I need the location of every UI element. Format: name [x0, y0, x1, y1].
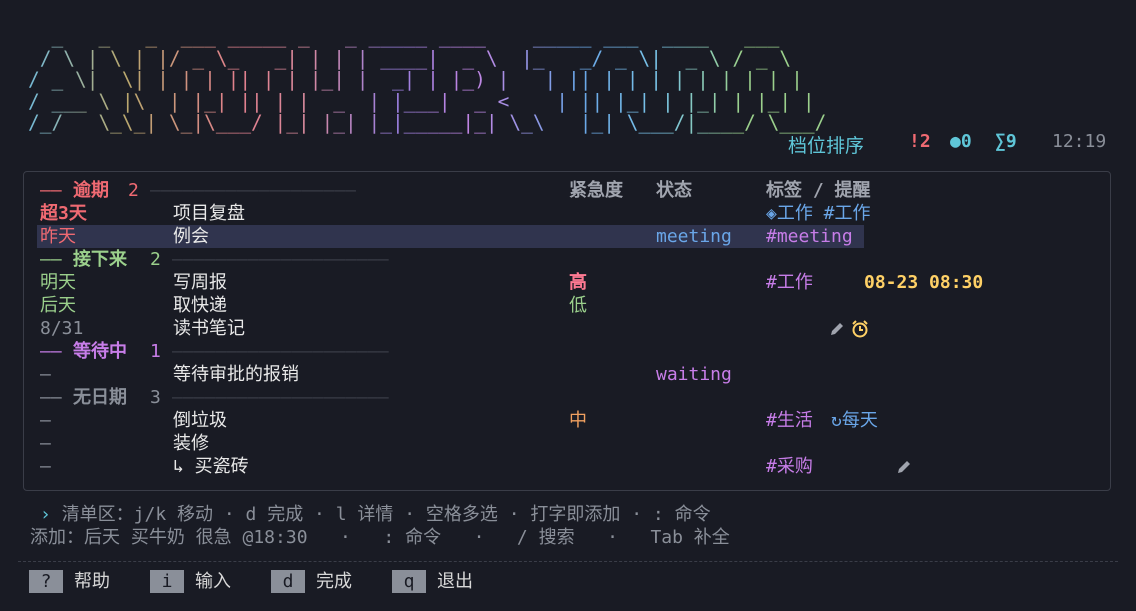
- task-row[interactable]: 超3天 项目复盘 ◈工作 #工作: [0, 202, 1136, 225]
- task-title: 读书笔记: [173, 318, 245, 339]
- column-header-state: 状态: [656, 180, 692, 201]
- group-header-waiting: —— 等待中 1 ————————————————————: [0, 340, 1136, 363]
- task-urgency: 中: [569, 410, 587, 431]
- done-key[interactable]: d: [271, 570, 305, 593]
- task-date: —: [40, 410, 51, 431]
- app-banner-logo: _ _ _ ___ _____ _ _ _____ ____ _____ ___…: [28, 26, 838, 134]
- help-label: 帮助: [74, 571, 110, 592]
- task-row[interactable]: — 等待审批的报销 waiting: [0, 363, 1136, 386]
- task-tags: #工作: [766, 272, 813, 293]
- input-label: 输入: [195, 571, 231, 592]
- group-header-upcoming: —— 接下来 2 ————————————————————: [0, 248, 1136, 271]
- task-row[interactable]: 8/31 读书笔记: [0, 317, 1136, 340]
- quit-key[interactable]: q: [392, 570, 426, 593]
- task-row[interactable]: 明天 写周报 高 #工作 08-23 08:30: [0, 271, 1136, 338]
- group-rule: ————————————————————: [172, 249, 389, 270]
- status-line: 档位排序 !2 ●0 ∑9 12:19: [0, 131, 1136, 157]
- task-row-selected[interactable]: 昨天 例会 meeting #meeting: [0, 225, 1136, 248]
- group-name: 接下来: [73, 249, 127, 270]
- selection-highlight: [37, 225, 864, 248]
- task-title: 项目复盘: [173, 203, 245, 224]
- group-dash: ——: [40, 387, 73, 408]
- group-count: 1: [150, 341, 161, 362]
- group-dash: ——: [40, 341, 73, 362]
- group-dash: ——: [40, 180, 73, 201]
- group-name: 逾期: [73, 180, 109, 201]
- task-date: 超3天: [40, 203, 87, 224]
- clock: 12:19: [1052, 131, 1107, 152]
- task-date: 明天: [40, 272, 76, 293]
- quit-label: 退出: [437, 571, 473, 592]
- task-title: 等待审批的报销: [173, 364, 299, 385]
- task-tags: #生活: [766, 410, 813, 431]
- done-label: 完成: [316, 571, 352, 592]
- hint-line-add: 添加：后天 买牛奶 很急 @18:30 · : 命令 · / 搜索 · Tab …: [30, 527, 730, 548]
- group-name: 等待中: [73, 341, 127, 362]
- task-date: 昨天: [40, 226, 76, 247]
- task-state: meeting: [656, 226, 732, 247]
- task-state: waiting: [656, 364, 732, 385]
- group-rule: ————————————————————: [172, 341, 389, 362]
- input-key[interactable]: i: [150, 570, 184, 593]
- task-row[interactable]: 后天 取快递 低: [0, 294, 1136, 317]
- waiting-count: ●0: [950, 131, 972, 152]
- task-repeat: ↻每天: [831, 410, 878, 431]
- task-date: —: [40, 433, 51, 454]
- task-row[interactable]: — 装修: [0, 432, 1136, 455]
- key-bar: ? 帮助 i 输入 d 完成 q 退出: [0, 570, 1136, 594]
- group-rule: ———————————————————: [150, 180, 356, 201]
- group-count: 3: [150, 387, 161, 408]
- task-title: 装修: [173, 433, 209, 454]
- task-title: 例会: [173, 226, 209, 247]
- task-date: 后天: [40, 295, 76, 316]
- task-date: 8/31: [40, 318, 84, 339]
- column-header-tags: 标签 / 提醒: [766, 180, 871, 201]
- task-date: —: [40, 456, 51, 477]
- overdue-count: !2: [909, 131, 931, 152]
- task-title: 取快递: [173, 295, 227, 316]
- group-dash: ——: [40, 249, 73, 270]
- hint-text: 清单区：j/k 移动 · d 完成 · l 详情 · 空格多选 · 打字即添加 …: [61, 504, 711, 525]
- group-count: 2: [128, 180, 139, 201]
- group-name: 无日期: [73, 387, 127, 408]
- column-header-urgency: 紧急度: [569, 180, 623, 201]
- task-row[interactable]: — 倒垃圾 中 #生活 ↻每天: [0, 409, 1136, 473]
- sort-mode-label[interactable]: 档位排序: [788, 131, 864, 158]
- task-tags: ◈工作 #工作: [766, 203, 871, 224]
- task-title: ↳ 买瓷砖: [173, 456, 249, 477]
- group-count: 2: [150, 249, 161, 270]
- prompt-arrow-icon: ›: [40, 504, 51, 525]
- task-title: 写周报: [173, 272, 227, 293]
- group-header-nodate: —— 无日期 3 ————————————————————: [0, 386, 1136, 409]
- task-date: —: [40, 364, 51, 385]
- task-reminder: 08-23 08:30: [864, 272, 984, 293]
- divider: [18, 561, 1118, 562]
- task-urgency: 低: [569, 295, 587, 316]
- group-rule: ————————————————————: [172, 387, 389, 408]
- task-row[interactable]: — ↳ 买瓷砖 #采购: [0, 455, 1136, 478]
- total-count: ∑9: [995, 131, 1017, 152]
- task-tags: #meeting: [766, 226, 853, 247]
- task-title: 倒垃圾: [173, 410, 227, 431]
- task-tags: #采购: [766, 456, 813, 477]
- group-header-overdue: —— 逾期 2 ——————————————————— 紧急度 状态 标签 / …: [0, 179, 1136, 202]
- task-urgency: 高: [569, 272, 587, 293]
- help-key[interactable]: ?: [29, 570, 63, 593]
